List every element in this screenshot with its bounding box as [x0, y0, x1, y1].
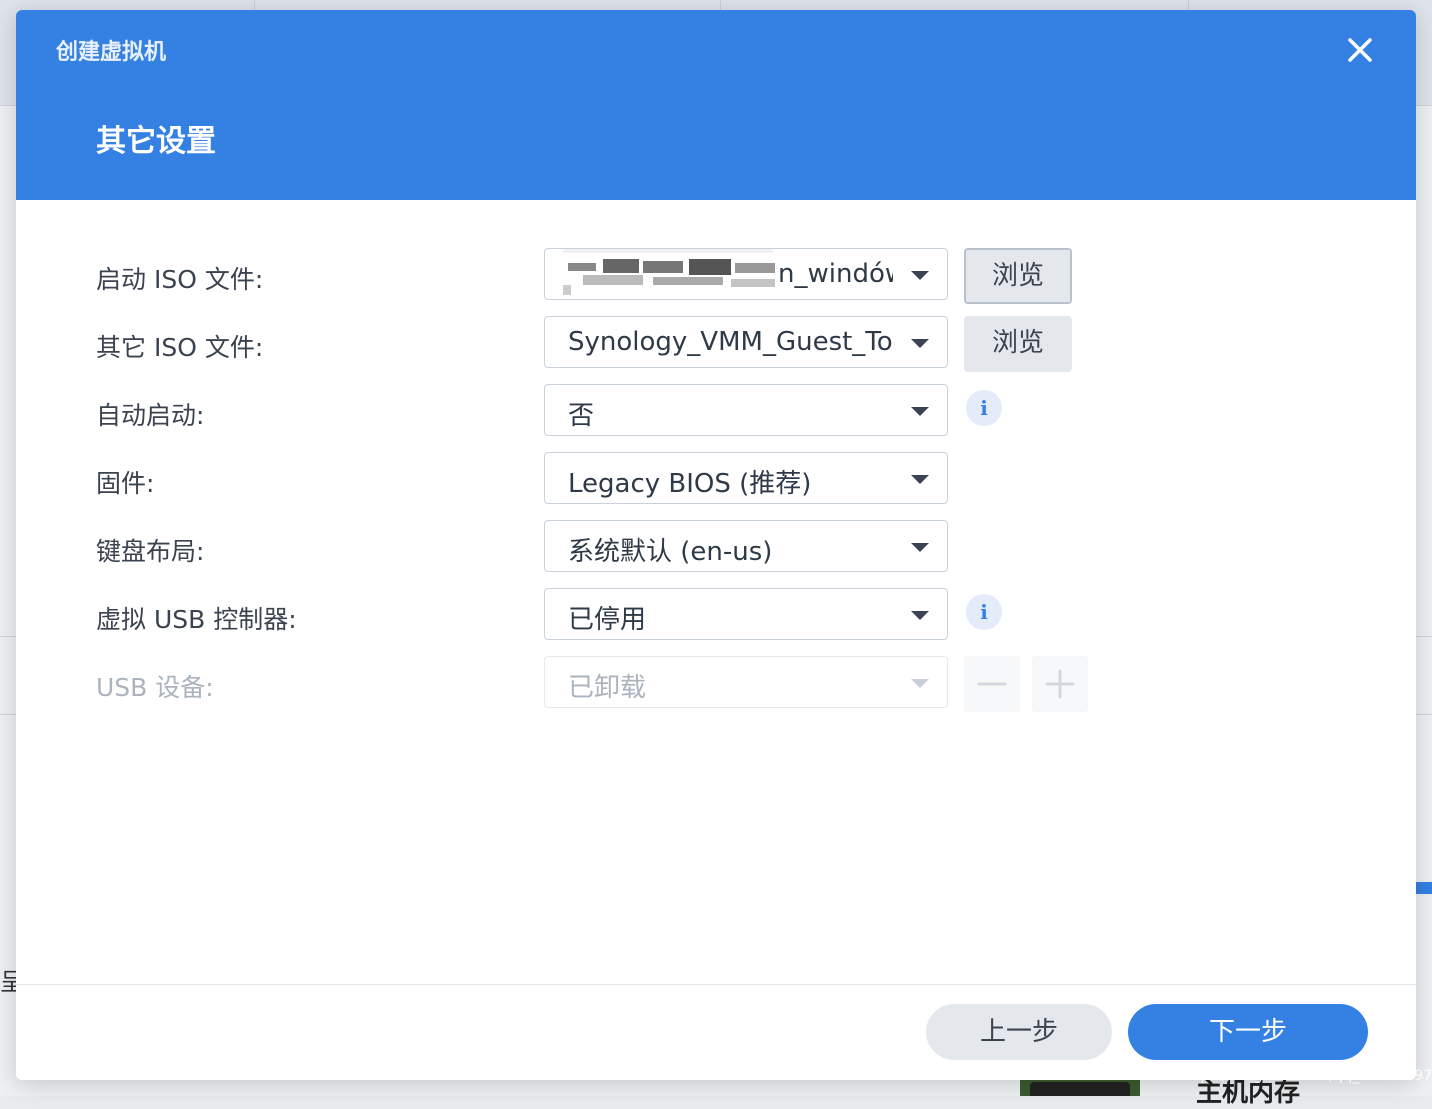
previous-step-button[interactable]: 上一步	[926, 1004, 1112, 1060]
keyboard-value: 系统默认 (en-us)	[568, 537, 773, 567]
obscured-filename	[563, 249, 778, 299]
chevron-down-icon	[911, 543, 929, 552]
form-row-usb-controller: 虚拟 USB 控制器: 已停用 i	[16, 588, 1416, 644]
chevron-down-icon	[911, 407, 929, 416]
watermark: https://blog.csdn.net/qq_20291097	[1180, 1068, 1432, 1084]
background-thumbnail-screen	[1030, 1082, 1130, 1096]
close-icon	[1348, 38, 1372, 62]
keyboard-label: 键盘布局:	[96, 537, 205, 566]
close-button[interactable]	[1340, 34, 1380, 66]
boot-iso-label: 启动 ISO 文件:	[96, 265, 264, 294]
remove-usb-button	[964, 656, 1020, 712]
next-step-button[interactable]: 下一步	[1128, 1004, 1368, 1060]
usb-controller-select[interactable]: 已停用	[544, 588, 948, 640]
chevron-down-icon	[911, 271, 929, 280]
plus-icon	[1045, 669, 1075, 699]
usb-device-value: 已卸载	[568, 673, 647, 703]
usb-controller-label: 虚拟 USB 控制器:	[96, 605, 297, 634]
form-row-keyboard: 键盘布局: 系统默认 (en-us)	[16, 520, 1416, 576]
chevron-down-icon	[911, 611, 929, 620]
add-usb-button	[1032, 656, 1088, 712]
boot-iso-value: n_windów	[778, 259, 893, 289]
usb-device-label: USB 设备:	[96, 673, 214, 702]
boot-iso-select[interactable]: n_windów	[544, 248, 948, 300]
minus-icon	[977, 682, 1007, 686]
dialog-title: 创建虚拟机	[56, 40, 167, 65]
info-icon[interactable]: i	[966, 594, 1002, 630]
firmware-label: 固件:	[96, 469, 155, 498]
form-row-boot-iso: 启动 ISO 文件: n_windów 浏览	[16, 248, 1416, 304]
form-row-autostart: 自动启动: 否 i	[16, 384, 1416, 440]
autostart-value: 否	[568, 401, 595, 431]
other-iso-select[interactable]: Synology_VMM_Guest_Tool	[544, 316, 948, 368]
chevron-down-icon	[911, 475, 929, 484]
other-iso-value: Synology_VMM_Guest_Tool	[568, 327, 893, 357]
firmware-value: Legacy BIOS (推荐)	[568, 469, 812, 499]
form-row-firmware: 固件: Legacy BIOS (推荐)	[16, 452, 1416, 508]
footer-divider	[16, 984, 1416, 985]
autostart-label: 自动启动:	[96, 401, 205, 430]
chevron-down-icon	[911, 679, 929, 688]
create-vm-dialog: 创建虚拟机 其它设置 启动 ISO 文件: n_windów	[16, 10, 1416, 1080]
usb-controller-value: 已停用	[568, 605, 647, 635]
autostart-select[interactable]: 否	[544, 384, 948, 436]
background-accent-bar	[1416, 882, 1432, 894]
firmware-select[interactable]: Legacy BIOS (推荐)	[544, 452, 948, 504]
keyboard-select[interactable]: 系统默认 (en-us)	[544, 520, 948, 572]
browse-other-iso-button[interactable]: 浏览	[964, 316, 1072, 372]
dialog-header: 创建虚拟机 其它设置	[16, 10, 1416, 200]
usb-device-select: 已卸载	[544, 656, 948, 708]
step-title: 其它设置	[96, 124, 216, 159]
form-row-usb-device: USB 设备: 已卸载	[16, 656, 1416, 712]
other-iso-label: 其它 ISO 文件:	[96, 333, 264, 362]
browse-boot-iso-button[interactable]: 浏览	[964, 248, 1072, 304]
form-row-other-iso: 其它 ISO 文件: Synology_VMM_Guest_Tool 浏览	[16, 316, 1416, 372]
info-icon[interactable]: i	[966, 390, 1002, 426]
chevron-down-icon	[911, 339, 929, 348]
